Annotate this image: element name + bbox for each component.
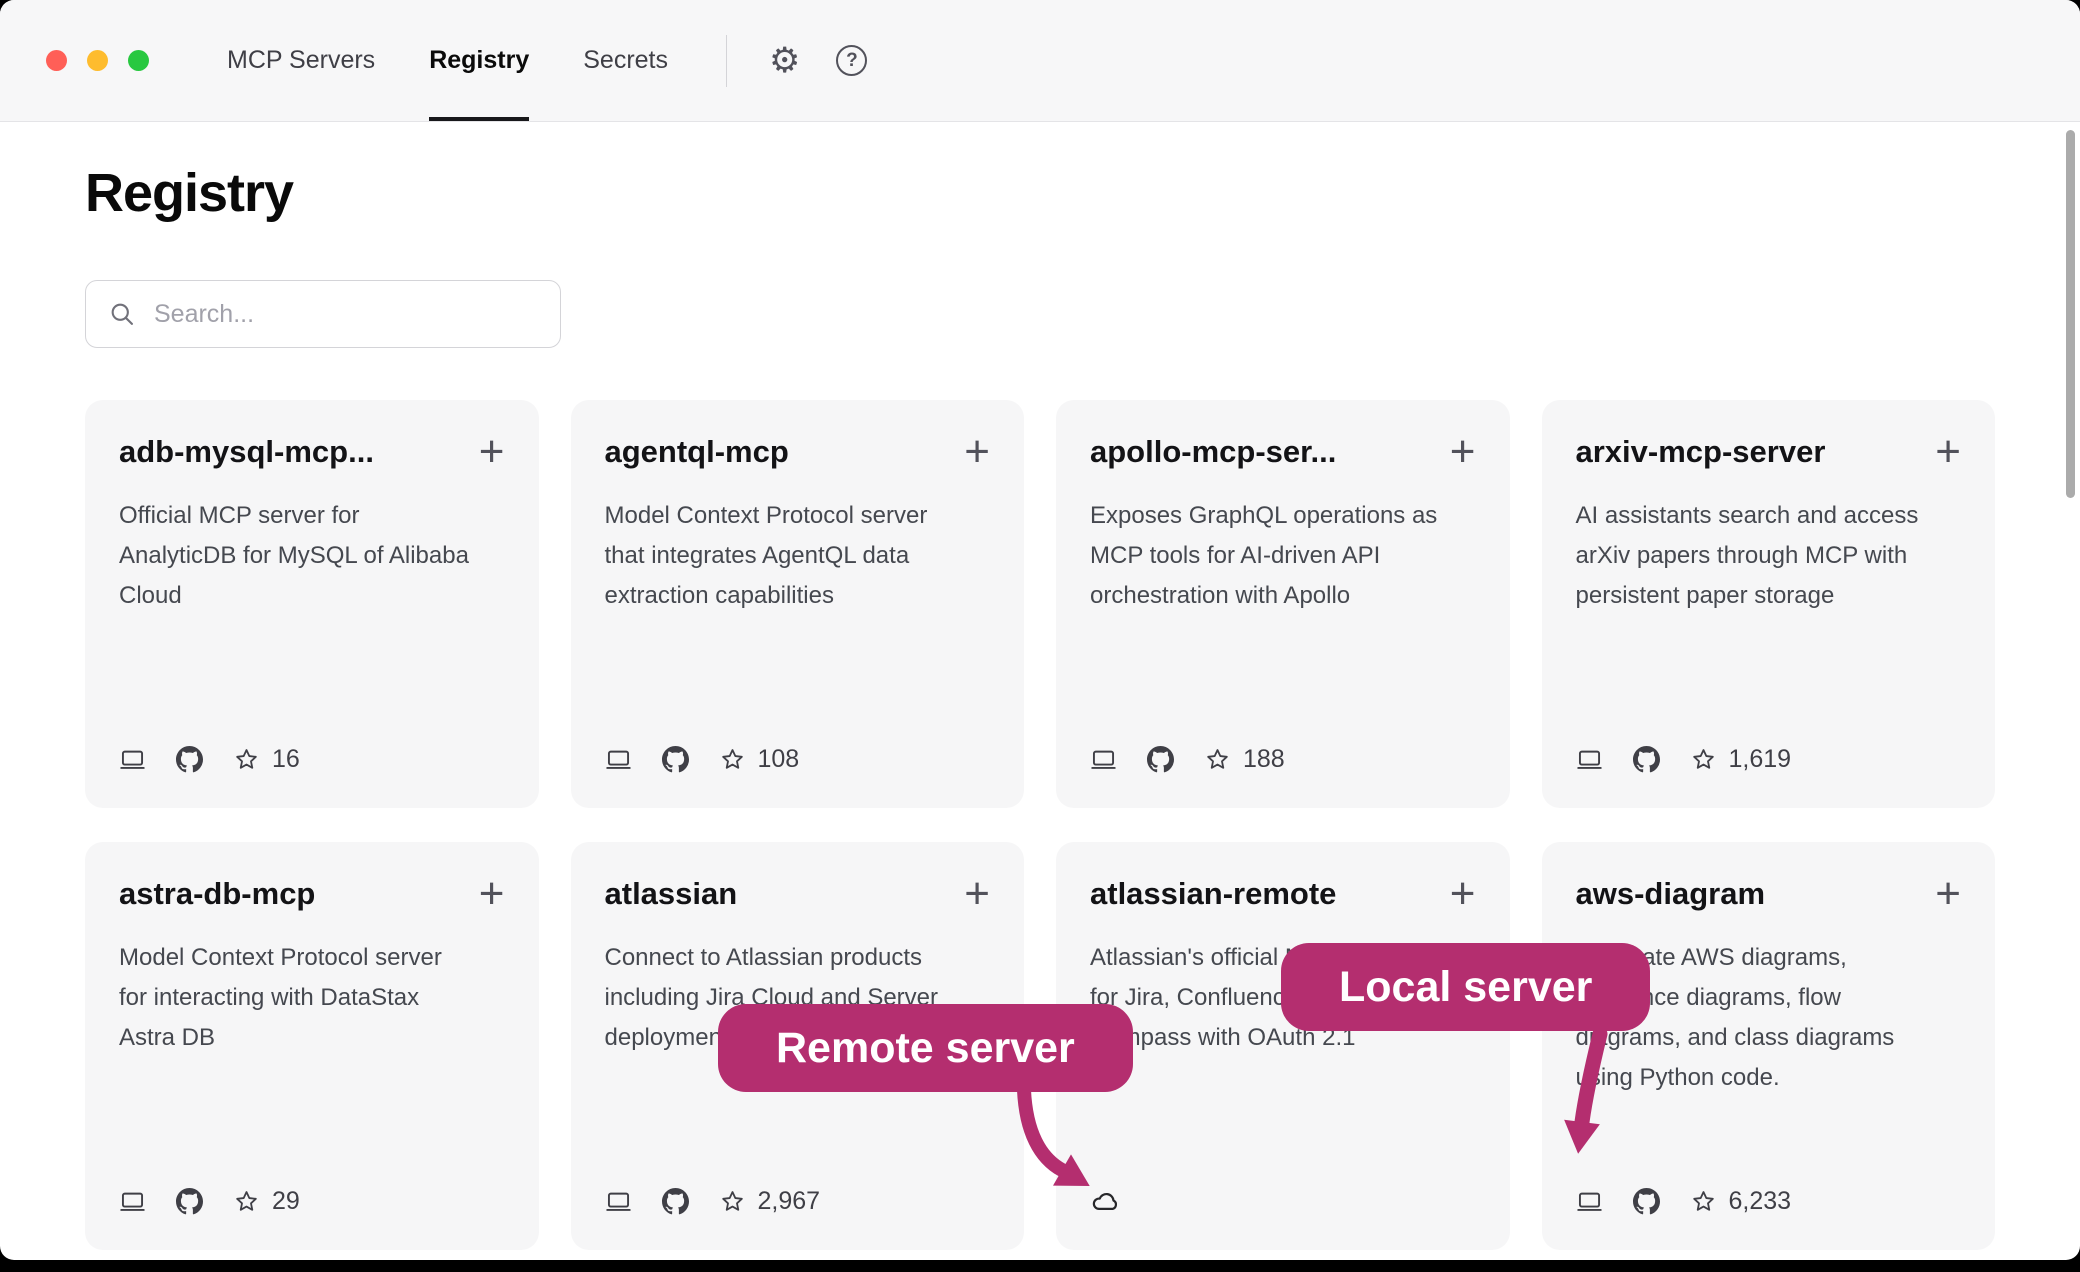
tab-registry[interactable]: Registry — [429, 0, 529, 121]
server-description: AI assistants search and access arXiv pa… — [1576, 496, 1928, 616]
traffic-lights — [0, 0, 149, 121]
server-name: apollo-mcp-ser... — [1090, 434, 1336, 470]
star-count: 188 — [1243, 745, 1285, 774]
server-description: Official MCP server for AnalyticDB for M… — [119, 496, 471, 616]
close-button[interactable] — [46, 50, 67, 71]
server-card: astra-db-mcp + Model Context Protocol se… — [85, 842, 539, 1250]
add-server-button[interactable]: + — [1450, 434, 1476, 469]
laptop-icon — [119, 1188, 146, 1215]
star-icon — [1690, 1188, 1717, 1215]
star-count: 16 — [272, 745, 300, 774]
title-bar: MCP Servers Registry Secrets ⚙ ? — [0, 0, 2080, 122]
app-window: MCP Servers Registry Secrets ⚙ ? Registr… — [0, 0, 2080, 1260]
star-count: 108 — [758, 745, 800, 774]
star-icon — [719, 1188, 746, 1215]
star-count: 6,233 — [1729, 1187, 1792, 1216]
server-card-footer: 1,619 — [1576, 745, 1962, 774]
laptop-icon — [1576, 1188, 1603, 1215]
local-server-callout: Local server — [1281, 943, 1650, 1031]
server-name: arxiv-mcp-server — [1576, 434, 1826, 470]
add-server-button[interactable]: + — [1935, 876, 1961, 911]
star-icon — [1690, 746, 1717, 773]
server-grid: adb-mysql-mcp... + Official MCP server f… — [85, 400, 1995, 1250]
github-icon[interactable] — [1633, 1188, 1660, 1215]
server-card-footer: 188 — [1090, 745, 1476, 774]
server-card-footer: 29 — [119, 1187, 505, 1216]
server-name: adb-mysql-mcp... — [119, 434, 374, 470]
zoom-button[interactable] — [128, 50, 149, 71]
server-description: Model Context Protocol server for intera… — [119, 938, 471, 1058]
server-card-footer: 2,967 — [605, 1187, 991, 1216]
search-icon — [108, 300, 136, 328]
server-card: apollo-mcp-ser... + Exposes GraphQL oper… — [1056, 400, 1510, 808]
server-card-footer: 16 — [119, 745, 505, 774]
server-card: aws-diagram + Generate AWS diagrams, seq… — [1542, 842, 1996, 1250]
server-description: Model Context Protocol server that integ… — [605, 496, 957, 616]
header-divider — [726, 35, 727, 87]
star-icon — [719, 746, 746, 773]
server-card: agentql-mcp + Model Context Protocol ser… — [571, 400, 1025, 808]
server-card-footer: 6,233 — [1576, 1187, 1962, 1216]
add-server-button[interactable]: + — [479, 876, 505, 911]
main-tabs: MCP Servers Registry Secrets — [227, 0, 668, 121]
github-icon[interactable] — [1633, 746, 1660, 773]
search-input[interactable] — [152, 299, 538, 330]
add-server-button[interactable]: + — [1450, 876, 1476, 911]
settings-gear-icon[interactable]: ⚙ — [769, 43, 800, 78]
remote-server-callout: Remote server — [718, 1004, 1133, 1092]
server-name: aws-diagram — [1576, 876, 1766, 912]
tab-mcp-servers[interactable]: MCP Servers — [227, 0, 375, 121]
tab-secrets[interactable]: Secrets — [583, 0, 668, 121]
laptop-icon — [1090, 746, 1117, 773]
add-server-button[interactable]: + — [964, 434, 990, 469]
server-description: Exposes GraphQL operations as MCP tools … — [1090, 496, 1442, 616]
laptop-icon — [605, 1188, 632, 1215]
cloud-icon — [1090, 1185, 1121, 1216]
minimize-button[interactable] — [87, 50, 108, 71]
github-icon[interactable] — [662, 1188, 689, 1215]
server-name: atlassian — [605, 876, 738, 912]
add-server-button[interactable]: + — [1935, 434, 1961, 469]
laptop-icon — [605, 746, 632, 773]
star-icon — [233, 1188, 260, 1215]
server-card: adb-mysql-mcp... + Official MCP server f… — [85, 400, 539, 808]
server-name: atlassian-remote — [1090, 876, 1336, 912]
add-server-button[interactable]: + — [479, 434, 505, 469]
server-card-footer: 108 — [605, 745, 991, 774]
github-icon[interactable] — [1147, 746, 1174, 773]
search-box — [85, 280, 561, 348]
laptop-icon — [119, 746, 146, 773]
star-icon — [1204, 746, 1231, 773]
server-name: astra-db-mcp — [119, 876, 315, 912]
star-count: 1,619 — [1729, 745, 1792, 774]
server-card: arxiv-mcp-server + AI assistants search … — [1542, 400, 1996, 808]
laptop-icon — [1576, 746, 1603, 773]
github-icon[interactable] — [662, 746, 689, 773]
star-icon — [233, 746, 260, 773]
add-server-button[interactable]: + — [964, 876, 990, 911]
star-count: 2,967 — [758, 1187, 821, 1216]
help-icon[interactable]: ? — [836, 45, 867, 76]
github-icon[interactable] — [176, 1188, 203, 1215]
header-icons: ⚙ ? — [769, 0, 867, 121]
server-name: agentql-mcp — [605, 434, 789, 470]
github-icon[interactable] — [176, 746, 203, 773]
server-card-footer — [1090, 1185, 1476, 1216]
scrollbar[interactable] — [2066, 130, 2075, 498]
star-count: 29 — [272, 1187, 300, 1216]
page-title: Registry — [85, 162, 1995, 224]
